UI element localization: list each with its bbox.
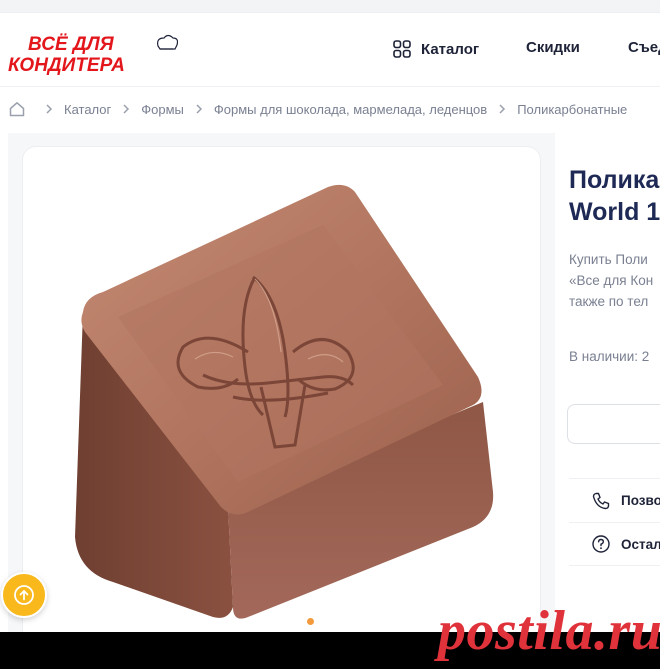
product-description: Купить Поли «Все для Кон также по тел bbox=[569, 249, 653, 312]
phone-icon bbox=[592, 492, 610, 509]
stock-status: В наличии: 2 bbox=[569, 349, 650, 364]
chevron-right-icon bbox=[196, 104, 202, 114]
nav-edible[interactable]: Съед bbox=[628, 39, 660, 56]
questions-row[interactable]: Остал bbox=[569, 522, 660, 566]
logo-image: ВСЁ ДЛЯ КОНДИТЕРА bbox=[8, 34, 178, 75]
top-strip bbox=[0, 0, 660, 13]
home-icon[interactable] bbox=[8, 100, 26, 118]
gallery-dot-active[interactable] bbox=[307, 618, 314, 625]
breadcrumb-catalog[interactable]: Каталог bbox=[64, 102, 111, 117]
breadcrumb-polycarbonate[interactable]: Поликарбонатные bbox=[517, 102, 627, 117]
nav-catalog-label: Каталог bbox=[421, 40, 480, 58]
watermark-text: postila.ru bbox=[438, 600, 660, 662]
chevron-right-icon bbox=[499, 104, 506, 114]
product-title-line1: Полика bbox=[569, 166, 660, 194]
nav-sale-label: Скидки bbox=[526, 39, 580, 56]
logo-text-line2: КОНДИТЕРА bbox=[8, 55, 125, 75]
quantity-input[interactable] bbox=[567, 404, 660, 444]
product-title-line2: World 1 bbox=[569, 198, 660, 226]
nav-sale[interactable]: Скидки bbox=[526, 39, 580, 56]
breadcrumb-chocolate-forms[interactable]: Формы для шоколада, мармелада, леденцов bbox=[214, 102, 487, 117]
call-back-row[interactable]: Позво bbox=[569, 478, 660, 522]
nav-edible-label: Съед bbox=[628, 39, 660, 56]
desc-line2: «Все для Кон bbox=[569, 273, 654, 288]
breadcrumb-forms[interactable]: Формы bbox=[141, 102, 184, 117]
desc-line1: Купить Поли bbox=[569, 252, 648, 267]
product-title: Полика World 1 bbox=[569, 164, 660, 228]
chevron-right-icon bbox=[123, 104, 130, 114]
questions-label: Остал bbox=[621, 536, 660, 552]
chef-hat-icon bbox=[157, 34, 178, 50]
arrow-up-circle-icon bbox=[14, 585, 34, 605]
scroll-up-button[interactable] bbox=[1, 572, 47, 618]
question-circle-icon bbox=[592, 535, 610, 553]
site-header: ВСЁ ДЛЯ КОНДИТЕРА Каталог Скидки Съед bbox=[0, 13, 660, 87]
product-gallery[interactable] bbox=[22, 146, 541, 646]
site-logo[interactable]: ВСЁ ДЛЯ КОНДИТЕРА bbox=[8, 31, 178, 75]
chevron-right-icon bbox=[46, 104, 53, 114]
desc-line3: также по тел bbox=[569, 294, 649, 309]
nav-catalog[interactable]: Каталог bbox=[392, 39, 479, 59]
product-image bbox=[75, 184, 494, 619]
breadcrumb: Каталог Формы Формы для шоколада, мармел… bbox=[8, 99, 627, 119]
call-back-label: Позво bbox=[621, 493, 660, 508]
logo-text-line1: ВСЁ ДЛЯ bbox=[28, 34, 115, 55]
grid-icon bbox=[393, 40, 411, 58]
